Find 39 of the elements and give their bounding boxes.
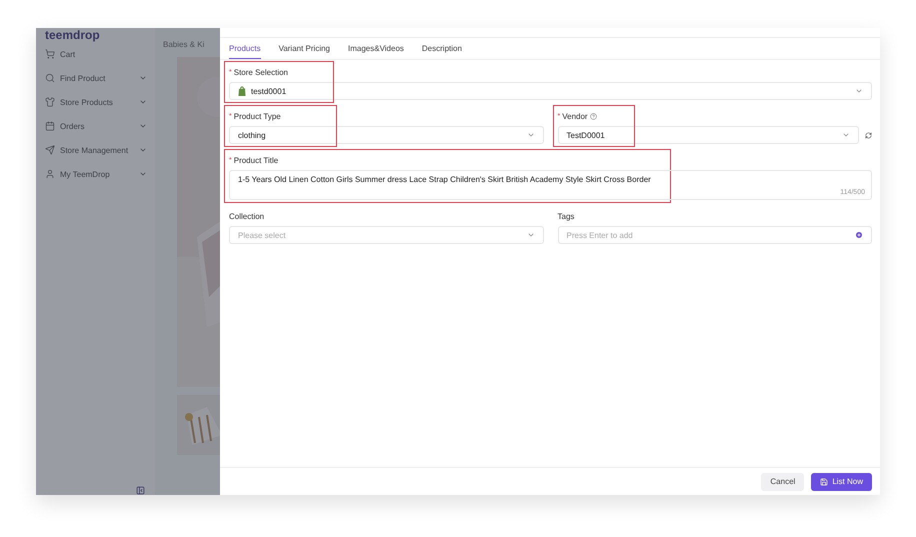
help-icon[interactable] (590, 113, 597, 120)
field-label: Tags (558, 212, 574, 221)
product-type-select[interactable]: clothing (229, 126, 544, 144)
shirt-icon (45, 97, 55, 107)
shopping-bag-icon (238, 86, 246, 96)
field-label: Product Title (234, 156, 278, 165)
send-icon (45, 145, 55, 155)
field-label: Store Selection (234, 68, 288, 77)
sidebar-item[interactable]: Cart (45, 42, 155, 66)
field-label: Vendor (562, 112, 588, 121)
tab[interactable]: Variant Pricing (278, 38, 330, 59)
add-icon (855, 231, 863, 239)
chevron-icon (526, 231, 534, 239)
sidebar-item[interactable]: My TeemDrop (45, 162, 155, 186)
chevron-icon (855, 87, 863, 95)
sidebar-item[interactable]: Store Management (45, 138, 155, 162)
collapse-icon[interactable] (136, 486, 145, 495)
cancel-button[interactable]: Cancel (761, 472, 804, 490)
search-icon (45, 73, 55, 83)
field-label: Collection (229, 212, 264, 221)
cart-icon (45, 49, 55, 59)
breadcrumb[interactable]: Babies & Ki (163, 40, 220, 49)
field-label: Product Type (234, 112, 281, 121)
tab[interactable]: Description (422, 38, 462, 59)
store-select[interactable]: testd0001 (229, 82, 872, 100)
list-now-button[interactable]: List Now (811, 472, 872, 490)
logo[interactable]: teemdrop (45, 28, 100, 42)
sidebar-item[interactable]: Store Products (45, 90, 155, 114)
user-icon (45, 169, 55, 179)
sidebar-item[interactable]: Find Product (45, 66, 155, 90)
refresh-icon[interactable] (865, 132, 872, 138)
calendar-icon (45, 121, 55, 131)
sidebar-item[interactable]: Orders (45, 114, 155, 138)
chevron-icon (842, 131, 850, 139)
tab[interactable]: Images&Videos (348, 38, 404, 59)
chevron-icon (526, 131, 534, 139)
save-icon (820, 478, 828, 486)
tab[interactable]: Products (229, 38, 261, 59)
vendor-select[interactable]: TestD0001 (558, 126, 859, 144)
